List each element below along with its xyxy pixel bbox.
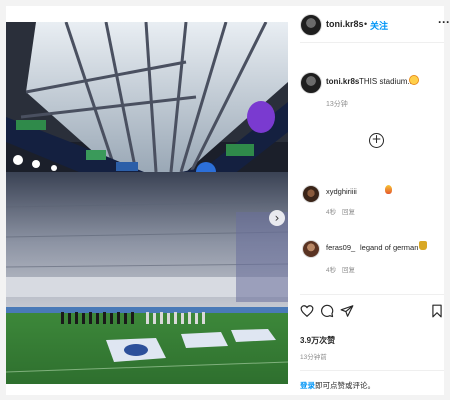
login-link[interactable]: 登录 <box>300 381 315 390</box>
commenter-avatar[interactable] <box>302 240 320 258</box>
comment-text: legand of german♡ <box>360 243 426 252</box>
likes-count[interactable]: 3.9万次赞 <box>300 335 335 346</box>
caption-username[interactable]: toni.kr8s <box>326 77 359 86</box>
fire-emoji-icon <box>385 185 392 194</box>
heart-icon[interactable] <box>300 304 314 318</box>
follow-button[interactable]: 关注 <box>370 19 388 32</box>
reply-button[interactable]: 回复 <box>342 264 355 274</box>
login-prompt-text: 即可点赞或评论。 <box>315 381 375 390</box>
post-card: › toni.kr8s • 关注 ··· toni.kr8s THIS stad… <box>6 6 450 395</box>
author-username[interactable]: toni.kr8s <box>326 19 364 29</box>
post-photo[interactable]: › <box>6 22 288 384</box>
login-divider <box>300 370 444 371</box>
chevron-right-icon: › <box>274 211 280 225</box>
caption-avatar[interactable] <box>300 72 322 94</box>
send-icon[interactable] <box>340 304 354 318</box>
reply-button[interactable]: 回复 <box>342 206 355 216</box>
stadium-image <box>6 22 288 384</box>
bookmark-icon[interactable] <box>430 304 444 318</box>
commenter-avatar[interactable] <box>302 185 320 203</box>
author-avatar[interactable] <box>300 14 322 36</box>
caption-time: 13分钟 <box>326 101 348 108</box>
comment-time: 4秒 <box>326 209 337 216</box>
comment-icon[interactable] <box>320 304 334 318</box>
screenshot-frame: › toni.kr8s • 关注 ··· toni.kr8s THIS stad… <box>0 0 450 400</box>
more-options-button[interactable]: ··· <box>438 15 450 29</box>
login-prompt: 登录即可点赞或评论。 <box>300 380 375 391</box>
header-separator: • <box>364 19 368 29</box>
next-photo-button[interactable]: › <box>269 210 285 226</box>
heart-eyes-emoji-icon <box>409 75 419 85</box>
comment-time: 4秒 <box>326 267 337 274</box>
trophy-emoji-icon <box>419 241 427 250</box>
caption-text: THIS stadium... <box>359 77 415 86</box>
comment-username[interactable]: xydghiriiii <box>326 187 357 196</box>
header-divider <box>300 42 444 43</box>
post-sidebar: toni.kr8s • 关注 ··· toni.kr8s THIS stadiu… <box>288 6 450 395</box>
post-time: 13分钟前 <box>300 354 327 361</box>
actions-divider <box>300 294 444 295</box>
load-more-comments-button[interactable]: + <box>369 133 384 148</box>
comment-username[interactable]: feras09_ <box>326 243 355 252</box>
